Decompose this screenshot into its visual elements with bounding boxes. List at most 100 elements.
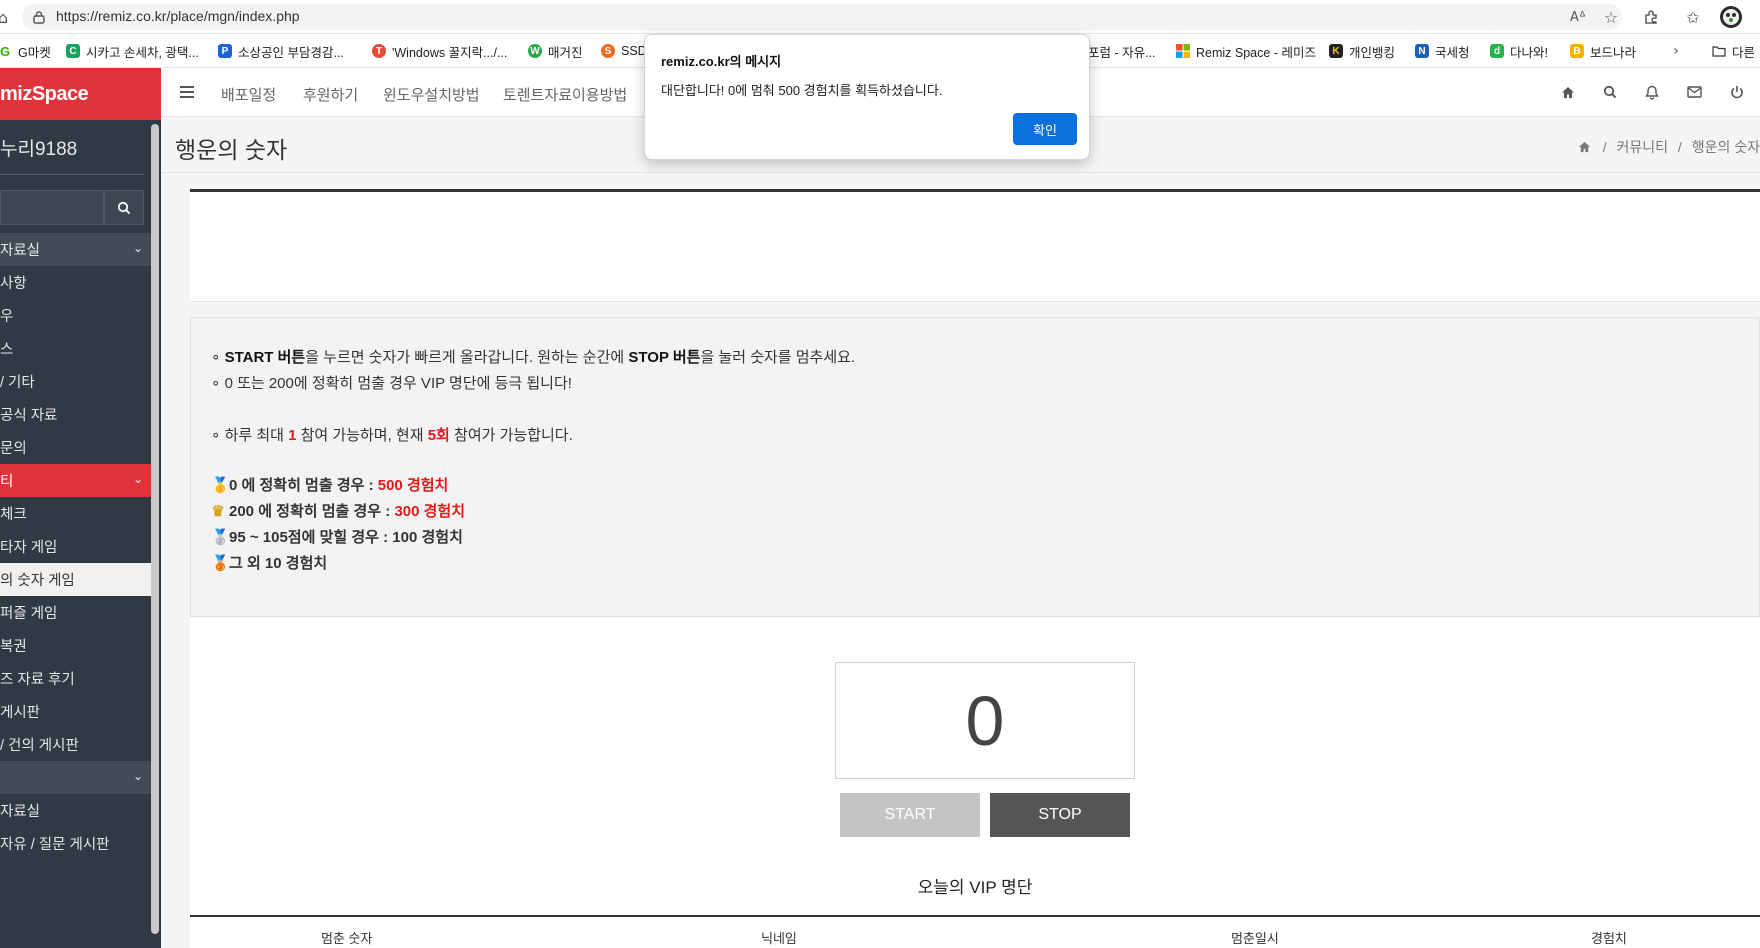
bookmark-other[interactable]: 다른 (1712, 42, 1755, 60)
bookmark-favicon-icon: W (528, 44, 542, 58)
breadcrumb-current: 행운의 숫자 (1691, 139, 1760, 155)
dialog-message: 대단합니다! 0에 멈춰 500 경험치를 획득하셨습니다. (661, 83, 943, 98)
dialog-ok-button[interactable]: 확인 (1013, 113, 1077, 145)
search-icon[interactable] (1600, 82, 1620, 102)
hamburger-menu-icon[interactable] (177, 82, 197, 102)
sidebar-item[interactable]: 우 (0, 299, 151, 332)
sidebar-item-typing-game[interactable]: 타자 게임 (0, 530, 151, 563)
crown-icon: ♛ (211, 503, 225, 520)
microsoft-logo-icon (1176, 44, 1190, 58)
bookmark-windows[interactable]: T 'Windows 꿀지락.../... (372, 42, 507, 60)
banner-box (190, 189, 1760, 302)
bookmark-favicon-icon: d (1490, 44, 1504, 58)
bookmark-favicon-icon: B (1570, 44, 1584, 58)
url-text[interactable]: https://remiz.co.kr/place/mgn/index.php (56, 8, 300, 24)
extensions-icon[interactable] (1640, 6, 1662, 28)
read-aloud-icon[interactable]: Aᐞ (1567, 6, 1589, 28)
start-button[interactable]: START (840, 793, 980, 837)
chevron-right-icon[interactable]: › (1668, 42, 1684, 60)
sidebar-item-official[interactable]: 공식 자료 (0, 398, 151, 431)
gmarket-icon: G (0, 43, 11, 59)
sidebar-item-review[interactable]: 즈 자료 후기 (0, 662, 151, 695)
sidebar-item-etc[interactable]: / 기타 (0, 365, 151, 398)
bookmark-ssd[interactable]: S SSD (601, 42, 647, 60)
sidebar-item-inquiry[interactable]: 문의 (0, 431, 151, 464)
browser-address-bar: ⌂ https://remiz.co.kr/place/mgn/index.ph… (0, 0, 1760, 34)
breadcrumb: / 커뮤니티 / 행운의 숫자 (1578, 137, 1760, 157)
stop-button[interactable]: STOP (990, 793, 1130, 837)
home-icon[interactable] (1578, 140, 1591, 156)
bookmark-danawa[interactable]: d 다나와! (1490, 42, 1548, 60)
chevron-down-icon: ⌄ (132, 241, 143, 255)
bookmark-remiz[interactable]: Remiz Space - 레미즈 (1176, 42, 1316, 60)
nav-item-windows-install[interactable]: 윈도우설치방법 (383, 84, 480, 105)
vip-column-date: 멈춘일시 (1231, 931, 1279, 946)
sidebar-item-puzzle-game[interactable]: 퍼즐 게임 (0, 596, 151, 629)
alert-dialog: remiz.co.kr의 메시지 대단합니다! 0에 멈춰 500 경험치를 획… (644, 34, 1090, 160)
divider (0, 174, 144, 175)
bookmark-favicon-icon: C (66, 44, 80, 58)
sidebar-scrollbar[interactable] (151, 124, 159, 934)
brand-logo[interactable]: mizSpace (0, 68, 161, 120)
power-icon[interactable] (1727, 82, 1747, 102)
sidebar-item-suggestion[interactable]: / 건의 게시판 (0, 728, 151, 761)
sidebar-item-archive2[interactable]: 자료실 (0, 794, 151, 827)
chevron-down-icon: ⌄ (132, 769, 143, 783)
sidebar-item-section[interactable]: ⌄ (0, 761, 151, 794)
bookmark-gmarket[interactable]: G G마켓 (0, 42, 51, 60)
search-icon (117, 201, 131, 214)
sidebar-item-archive[interactable]: 자료실 ⌄ (0, 233, 151, 266)
sidebar-item-lottery[interactable]: 복권 (0, 629, 151, 662)
bell-icon[interactable] (1642, 82, 1662, 102)
sidebar-item-free-board[interactable]: 자유 / 질문 게시판 (0, 827, 151, 860)
chevron-down-icon: ⌄ (132, 472, 143, 486)
sidebar-item-notice[interactable]: 사항 (0, 266, 151, 299)
bookmark-favicon-icon: S (601, 44, 615, 58)
sidebar: mizSpace 누리9188 자료실 ⌄ 사항 우 스 / 기타 공식 자료 문… (0, 68, 161, 948)
bookmark-forum[interactable]: 포럼 - 자유... (1088, 42, 1156, 60)
rules-box: ∘ START 버튼을 누르면 숫자가 빠르게 올라갑니다. 원하는 순간에 S… (190, 317, 1760, 617)
sidebar-item-check[interactable]: 체크 (0, 497, 151, 530)
bookmark-banking[interactable]: K 개인뱅킹 (1329, 42, 1395, 60)
bookmark-chicago[interactable]: C 시카고 손세차, 광택... (66, 42, 199, 60)
sidebar-item-lucky-number[interactable]: 의 숫자 게임 (0, 563, 151, 596)
reward-line-crown: ♛ 200 에 정확히 멈출 경우 : 300 경험치 (211, 503, 466, 520)
vip-column-nickname: 닉네임 (761, 931, 797, 946)
dialog-title: remiz.co.kr의 메시지 (661, 54, 782, 69)
bookmark-nts[interactable]: N 국세청 (1415, 42, 1470, 60)
favorite-star-icon[interactable]: ☆ (1600, 6, 1622, 28)
home-icon[interactable] (1558, 82, 1578, 102)
vip-column-number: 멈춘 숫자 (321, 931, 373, 946)
bookmark-magazine[interactable]: W 매거진 (528, 42, 583, 60)
home-icon[interactable]: ⌂ (0, 8, 10, 27)
rule-line-1: ∘ START 버튼을 누르면 숫자가 빠르게 올라갑니다. 원하는 순간에 S… (211, 349, 856, 366)
profile-avatar[interactable] (1718, 4, 1744, 30)
sidebar-search-input[interactable] (0, 190, 104, 225)
site-info-icon[interactable] (30, 8, 48, 26)
gold-medal-icon: 🥇 (211, 477, 230, 494)
vip-list-title: 오늘의 VIP 명단 (917, 878, 1033, 897)
reward-line-bronze: 🥉그 외 10 경험치 (211, 555, 328, 572)
nav-item-donate[interactable]: 후원하기 (303, 84, 358, 105)
bookmark-boardnara[interactable]: B 보드나라 (1570, 42, 1636, 60)
rule-line-3: ∘ 하루 최대 1 참여 가능하며, 현재 5회 참여가 가능합니다. (211, 427, 573, 444)
folder-icon (1712, 44, 1726, 58)
favorites-list-icon[interactable]: ✩ (1682, 6, 1704, 28)
page-title: 행운의 숫자 (175, 137, 288, 163)
sidebar-search-button[interactable] (104, 190, 144, 225)
nav-item-torrent[interactable]: 토렌트자료이용방법 (503, 84, 627, 105)
bookmark-favicon-icon: T (372, 44, 386, 58)
bookmark-favicon-icon: K (1329, 44, 1343, 58)
breadcrumb-community[interactable]: 커뮤니티 (1617, 139, 1669, 155)
vip-column-exp: 경험치 (1591, 931, 1627, 946)
sidebar-item[interactable]: 스 (0, 332, 151, 365)
sidebar-item-community[interactable]: 티 ⌄ (0, 464, 151, 497)
main-content: ∘ START 버튼을 누르면 숫자가 빠르게 올라갑니다. 원하는 순간에 S… (161, 173, 1760, 948)
bookmark-favicon-icon: N (1415, 44, 1429, 58)
nav-item-schedule[interactable]: 배포일정 (221, 84, 276, 105)
sidebar-item-board[interactable]: 게시판 (0, 695, 151, 728)
mail-icon[interactable] (1684, 82, 1704, 102)
rule-line-2: ∘ 0 또는 200에 정확히 멈출 경우 VIP 명단에 등극 됩니다! (211, 375, 572, 392)
vip-table-top-border (190, 915, 1760, 917)
bookmark-sosang[interactable]: P 소상공인 부담경감... (218, 42, 344, 60)
